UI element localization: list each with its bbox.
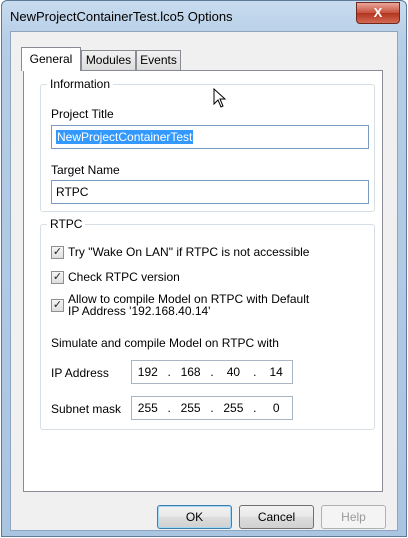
allow-compile-default-ip-checkbox[interactable]: ✓ xyxy=(51,299,64,312)
ip-address-field[interactable]: 192 . 168 . 40 . 14 xyxy=(131,360,293,384)
ip-separator: . xyxy=(167,365,171,379)
tab-events[interactable]: Events xyxy=(136,50,181,70)
subnet-mask-field[interactable]: 255 . 255 . 255 . 0 xyxy=(131,396,293,420)
ip-separator: . xyxy=(210,365,214,379)
ip-separator: . xyxy=(253,365,257,379)
options-dialog: NewProjectContainerTest.lco5 Options X G… xyxy=(0,0,407,538)
rtpc-group: RTPC ✓ Try "Wake On LAN" if RTPC is not … xyxy=(40,217,375,430)
wake-on-lan-checkbox[interactable]: ✓ xyxy=(51,246,64,259)
project-title-label: Project Title xyxy=(51,107,114,121)
mouse-cursor-icon xyxy=(213,88,227,108)
rtpc-group-label: RTPC xyxy=(47,217,86,231)
target-name-label: Target Name xyxy=(51,163,120,177)
tab-modules[interactable]: Modules xyxy=(81,50,136,70)
target-name-input[interactable]: RTPC xyxy=(51,180,369,204)
ip-octet-3[interactable]: 40 xyxy=(218,365,250,379)
wake-on-lan-label: Try "Wake On LAN" if RTPC is not accessi… xyxy=(68,245,310,259)
subnet-mask-label: Subnet mask xyxy=(51,402,122,416)
help-button[interactable]: Help xyxy=(321,505,386,529)
simulate-compile-label: Simulate and compile Model on RTPC with xyxy=(51,336,279,350)
ip-octet-1[interactable]: 192 xyxy=(132,365,164,379)
close-icon: X xyxy=(373,5,383,20)
information-group-label: Information xyxy=(47,77,114,91)
close-button[interactable]: X xyxy=(356,2,400,24)
subnet-separator: . xyxy=(210,401,214,415)
information-group: Information Project Title NewProjectCont… xyxy=(40,77,375,212)
ip-octet-4[interactable]: 14 xyxy=(260,365,292,379)
window-title: NewProjectContainerTest.lco5 Options xyxy=(10,9,233,24)
check-rtpc-version-checkbox[interactable]: ✓ xyxy=(51,271,64,284)
subnet-octet-1[interactable]: 255 xyxy=(132,401,164,415)
tab-general[interactable]: General xyxy=(21,47,81,71)
subnet-octet-4[interactable]: 0 xyxy=(260,401,292,415)
ip-address-label: IP Address xyxy=(51,366,109,380)
subnet-separator: . xyxy=(167,401,171,415)
check-rtpc-version-label: Check RTPC version xyxy=(68,270,180,284)
subnet-octet-3[interactable]: 255 xyxy=(218,401,250,415)
subnet-octet-2[interactable]: 255 xyxy=(175,401,207,415)
ok-button[interactable]: OK xyxy=(157,505,232,529)
project-title-input[interactable]: NewProjectContainerTest xyxy=(51,125,369,149)
project-title-value: NewProjectContainerTest xyxy=(56,130,194,144)
ip-octet-2[interactable]: 168 xyxy=(175,365,207,379)
cancel-button[interactable]: Cancel xyxy=(239,505,314,529)
allow-compile-default-ip-label-line2: IP Address '192.168.40.14' xyxy=(68,304,211,318)
general-tab-panel: Information Project Title NewProjectCont… xyxy=(23,70,383,492)
dialog-client-area: General Modules Events Information Proje… xyxy=(10,31,398,531)
subnet-separator: . xyxy=(253,401,257,415)
